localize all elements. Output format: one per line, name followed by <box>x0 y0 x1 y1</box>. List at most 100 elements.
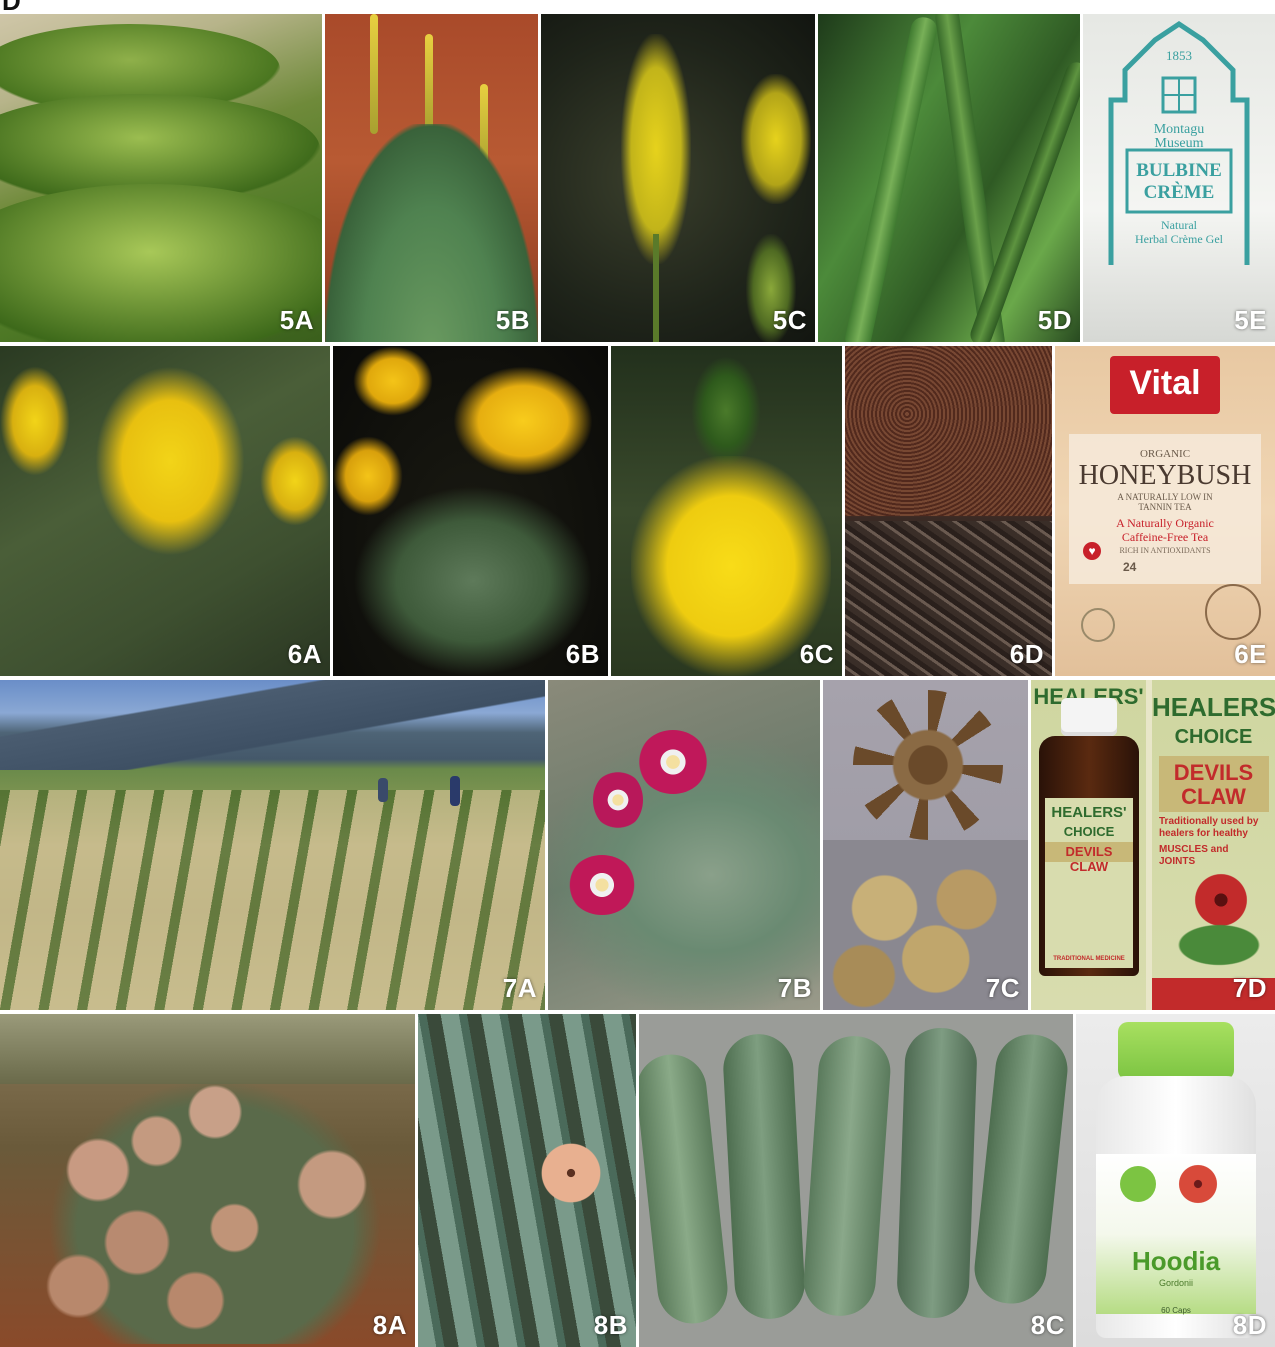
farm-worker-1 <box>378 778 388 802</box>
panel-label-5c: 5C <box>772 305 807 335</box>
bulbine-sub-line2: Herbal Crème Gel <box>1135 232 1223 246</box>
panel-label-7b: 7B <box>777 973 812 1003</box>
panel-6b: 6B <box>333 346 608 676</box>
panel-6e: Vital ORGANIC HONEYBUSH A NATURALLY LOW … <box>1055 346 1275 676</box>
panel-label-8d: 8D <box>1232 1310 1267 1340</box>
pink-flower-3 <box>568 855 636 915</box>
devils-claw-name-line1: DEVILS <box>1173 760 1254 785</box>
panel-label-7a: 7A <box>502 973 537 1003</box>
devils-claw-name-line2: CLAW <box>1181 784 1246 809</box>
honeybush-tag1: A NATURALLY LOW IN <box>1117 492 1213 502</box>
seal-icon <box>1205 584 1261 640</box>
panel-label-5b: 5B <box>495 305 530 335</box>
panel-label-7c: 7C <box>985 973 1020 1003</box>
pink-flower-1 <box>638 730 708 794</box>
panel-label-7d: 7D <box>1232 973 1267 1003</box>
hoodia-name: Hoodia <box>1131 1246 1221 1276</box>
hoodia-flower-illustration <box>1176 1162 1220 1206</box>
panel-label-6e: 6E <box>1234 639 1267 669</box>
bottle-cap <box>1061 698 1117 736</box>
bulbine-name-line2: CRÈME <box>1143 182 1215 203</box>
hoodia-sub: Gordonii <box>1158 1278 1194 1288</box>
healers-brand-right: HEALERS' <box>1152 692 1275 722</box>
panel-label-6d: 6D <box>1009 639 1044 669</box>
panel-5d: 5D <box>818 14 1080 342</box>
brand-circle-icon <box>1120 1166 1156 1202</box>
bulbine-name-line1: BULBINE <box>1136 160 1222 181</box>
bottle-lid <box>1118 1022 1234 1080</box>
devils-claw-desc: Traditionally used by healers for health… <box>1159 816 1259 839</box>
panel-7a: 7A <box>0 680 545 1010</box>
farm-worker-2 <box>450 776 460 806</box>
yellow-flower-6b-2 <box>453 366 593 476</box>
panel-6c: 6C <box>611 346 842 676</box>
bottle-brand: HEALERS' <box>1051 804 1127 821</box>
panel-label-5a: 5A <box>279 305 314 335</box>
green-tip-6c <box>691 356 761 466</box>
yellow-flower-6b-1 <box>353 346 433 416</box>
healers-choice-right: CHOICE <box>1174 726 1253 748</box>
panel-5b: 5B <box>325 14 538 342</box>
yellow-inflorescence-1 <box>621 34 691 264</box>
honeybush-tag2: TANNIN TEA <box>1138 502 1192 512</box>
hoodia-flower-cluster <box>20 1054 410 1344</box>
bottle-name: DEVILS CLAW <box>1065 844 1113 874</box>
field-rows <box>0 790 545 1010</box>
eco-leaf-icon <box>1081 608 1115 642</box>
green-leaves-illustration <box>1169 920 1269 970</box>
panel-6d: 6D <box>845 346 1052 676</box>
row-6: 6A 6B 6C 6D Vital ORGANIC HONEYBUSH A NA… <box>0 346 1275 676</box>
honeybush-organic: ORGANIC <box>1139 448 1191 460</box>
panel-label-6c: 6C <box>799 639 834 669</box>
row-5: 5A 5B 5C 5D 1853 Montagu Museum BULBINE … <box>0 14 1275 342</box>
stem-piece-2 <box>721 1032 807 1321</box>
panel-8a: 8A <box>0 1014 415 1347</box>
grass-mound-3 <box>0 184 322 342</box>
vital-brand: Vital <box>1129 364 1201 402</box>
stem-piece-4 <box>895 1026 979 1320</box>
row-8: 8A 8B 8C Hoodia Gordonii 60 Caps 8D <box>0 1014 1275 1347</box>
panel-7c: 7C <box>823 680 1028 1010</box>
panel-5e: 1853 Montagu Museum BULBINE CRÈME Natura… <box>1083 14 1275 342</box>
panel-label-8b: 8B <box>593 1310 628 1340</box>
row-7: 7A 7B 7C HEALERS' CHOICE DEVILS CLAW Tra… <box>0 680 1275 1010</box>
stem-piece-3 <box>801 1033 893 1319</box>
panel-label-5d: 5D <box>1037 305 1072 335</box>
panel-5a: 5A <box>0 14 322 342</box>
pink-flower-2 <box>593 770 643 830</box>
heart-icon: ♥ <box>1083 542 1101 560</box>
stem-piece-1 <box>639 1051 731 1327</box>
panel-8d: Hoodia Gordonii 60 Caps 8D <box>1076 1014 1275 1347</box>
panel-label-5e: 5E <box>1234 305 1267 335</box>
bulbine-museum-line2: Museum <box>1154 136 1204 151</box>
hoodia-flower-8b <box>536 1140 606 1206</box>
bulbine-sub-line1: Natural <box>1161 218 1197 232</box>
panel-label-8a: 8A <box>372 1310 407 1340</box>
panel-7b: 7B <box>548 680 820 1010</box>
yellow-flower-right-6a <box>260 436 330 526</box>
honeybush-count: 24 <box>1123 560 1137 574</box>
panel-8c: 8C <box>639 1014 1073 1347</box>
honeybush-tag3: A Naturally Organic <box>1116 516 1214 530</box>
mountain-range <box>0 680 545 770</box>
honeybush-name: HONEYBUSH <box>1078 460 1252 491</box>
yellow-inflorescence-2 <box>741 74 811 204</box>
leaf-blade-1 <box>842 15 940 342</box>
panel-6a: 6A <box>0 346 330 676</box>
leafy-branch-6b <box>353 486 593 676</box>
bulbine-year: 1853 <box>1166 48 1192 63</box>
fine-tea-6d <box>845 346 1052 516</box>
bottle-choice: CHOICE <box>1063 824 1115 839</box>
panel-label-8c: 8C <box>1030 1310 1065 1340</box>
devils-claw-desc2: MUSCLES and <box>1159 844 1229 855</box>
flower-stalk-2 <box>425 34 433 134</box>
panel-label-6a: 6A <box>287 639 322 669</box>
stem-piece-5 <box>971 1030 1071 1308</box>
panel-5c: 5C <box>541 14 815 342</box>
claw-fruit <box>853 690 1003 840</box>
flower-stalk-1 <box>370 14 378 134</box>
yellow-flower-cluster-6a <box>95 366 245 556</box>
yellow-flower-left-6a <box>0 366 70 476</box>
panel-7d: HEALERS' CHOICE DEVILS CLAW Traditionall… <box>1031 680 1275 1010</box>
devils-claw-desc3: JOINTS <box>1159 856 1196 867</box>
